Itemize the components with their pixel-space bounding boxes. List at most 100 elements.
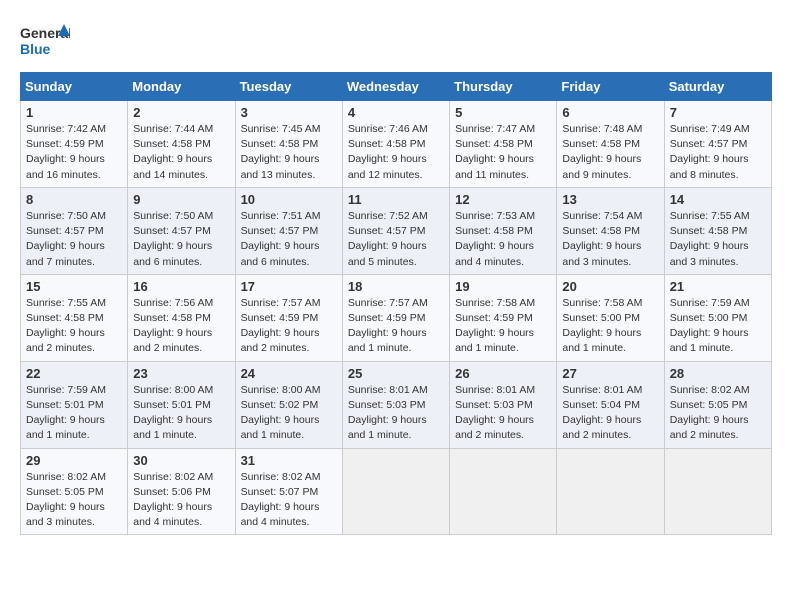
calendar-cell: 4Sunrise: 7:46 AMSunset: 4:58 PMDaylight… (342, 101, 449, 188)
weekday-header-monday: Monday (128, 73, 235, 101)
day-info: Sunrise: 7:52 AMSunset: 4:57 PMDaylight:… (348, 210, 428, 268)
calendar-table: SundayMondayTuesdayWednesdayThursdayFrid… (20, 72, 772, 535)
day-number: 26 (455, 366, 551, 381)
day-number: 6 (562, 105, 658, 120)
calendar-cell: 14 Sunrise: 7:55 AMSunset: 4:58 PMDayligh… (664, 187, 771, 274)
calendar-cell: 19 Sunrise: 7:58 AMSunset: 4:59 PMDayligh… (450, 274, 557, 361)
day-info: Sunrise: 7:47 AMSunset: 4:58 PMDaylight:… (455, 123, 535, 181)
calendar-cell: 30Sunrise: 8:02 AMSunset: 5:06 PMDayligh… (128, 448, 235, 535)
day-info: Sunrise: 7:56 AMSunset: 4:58 PMDaylight:… (133, 297, 213, 355)
day-info: Sunrise: 7:57 AMSunset: 4:59 PMDaylight:… (241, 297, 321, 355)
day-number: 16 (133, 279, 229, 294)
calendar-cell: 18 Sunrise: 7:57 AMSunset: 4:59 PMDayligh… (342, 274, 449, 361)
svg-text:Blue: Blue (20, 41, 51, 57)
day-info: Sunrise: 7:58 AMSunset: 5:00 PMDaylight:… (562, 297, 642, 355)
calendar-cell: 12 Sunrise: 7:53 AMSunset: 4:58 PMDayligh… (450, 187, 557, 274)
day-info: Sunrise: 7:58 AMSunset: 4:59 PMDaylight:… (455, 297, 535, 355)
day-info: Sunrise: 7:55 AMSunset: 4:58 PMDaylight:… (670, 210, 750, 268)
calendar-cell: 22 Sunrise: 7:59 AMSunset: 5:01 PMDayligh… (21, 361, 128, 448)
day-number: 22 (26, 366, 122, 381)
day-number: 4 (348, 105, 444, 120)
day-number: 11 (348, 192, 444, 207)
day-number: 21 (670, 279, 766, 294)
day-info: Sunrise: 7:44 AMSunset: 4:58 PMDaylight:… (133, 123, 213, 181)
day-number: 14 (670, 192, 766, 207)
day-info: Sunrise: 7:45 AMSunset: 4:58 PMDaylight:… (241, 123, 321, 181)
day-number: 7 (670, 105, 766, 120)
day-number: 17 (241, 279, 337, 294)
day-number: 24 (241, 366, 337, 381)
calendar-cell: 23 Sunrise: 8:00 AMSunset: 5:01 PMDayligh… (128, 361, 235, 448)
day-number: 3 (241, 105, 337, 120)
calendar-cell: 8Sunrise: 7:50 AMSunset: 4:57 PMDaylight… (21, 187, 128, 274)
day-number: 30 (133, 453, 229, 468)
day-number: 20 (562, 279, 658, 294)
day-info: Sunrise: 7:54 AMSunset: 4:58 PMDaylight:… (562, 210, 642, 268)
day-number: 1 (26, 105, 122, 120)
calendar-cell: 3 Sunrise: 7:45 AMSunset: 4:58 PMDaylight… (235, 101, 342, 188)
day-info: Sunrise: 8:02 AMSunset: 5:05 PMDaylight:… (26, 471, 106, 529)
day-info: Sunrise: 7:51 AMSunset: 4:57 PMDaylight:… (241, 210, 321, 268)
calendar-cell (450, 448, 557, 535)
calendar-cell: 29 Sunrise: 8:02 AMSunset: 5:05 PMDayligh… (21, 448, 128, 535)
day-number: 5 (455, 105, 551, 120)
day-info: Sunrise: 8:01 AMSunset: 5:03 PMDaylight:… (455, 384, 535, 442)
day-info: Sunrise: 7:59 AMSunset: 5:01 PMDaylight:… (26, 384, 106, 442)
calendar-cell: 5 Sunrise: 7:47 AMSunset: 4:58 PMDaylight… (450, 101, 557, 188)
day-number: 23 (133, 366, 229, 381)
calendar-cell: 11 Sunrise: 7:52 AMSunset: 4:57 PMDayligh… (342, 187, 449, 274)
calendar-cell: 21Sunrise: 7:59 AMSunset: 5:00 PMDayligh… (664, 274, 771, 361)
calendar-cell: 1Sunrise: 7:42 AMSunset: 4:59 PMDaylight… (21, 101, 128, 188)
day-number: 19 (455, 279, 551, 294)
calendar-cell: 7Sunrise: 7:49 AMSunset: 4:57 PMDaylight… (664, 101, 771, 188)
weekday-header-sunday: Sunday (21, 73, 128, 101)
calendar-cell: 24 Sunrise: 8:00 AMSunset: 5:02 PMDayligh… (235, 361, 342, 448)
day-number: 29 (26, 453, 122, 468)
calendar-cell: 6 Sunrise: 7:48 AMSunset: 4:58 PMDaylight… (557, 101, 664, 188)
calendar-cell: 9 Sunrise: 7:50 AMSunset: 4:57 PMDaylight… (128, 187, 235, 274)
weekday-header-wednesday: Wednesday (342, 73, 449, 101)
day-info: Sunrise: 8:02 AMSunset: 5:05 PMDaylight:… (670, 384, 750, 442)
day-info: Sunrise: 7:50 AMSunset: 4:57 PMDaylight:… (26, 210, 106, 268)
calendar-cell: 2 Sunrise: 7:44 AMSunset: 4:58 PMDaylight… (128, 101, 235, 188)
day-info: Sunrise: 7:53 AMSunset: 4:58 PMDaylight:… (455, 210, 535, 268)
calendar-cell (557, 448, 664, 535)
day-info: Sunrise: 7:55 AMSunset: 4:58 PMDaylight:… (26, 297, 106, 355)
day-info: Sunrise: 7:50 AMSunset: 4:57 PMDaylight:… (133, 210, 213, 268)
day-number: 25 (348, 366, 444, 381)
day-number: 18 (348, 279, 444, 294)
calendar-cell: 10Sunrise: 7:51 AMSunset: 4:57 PMDayligh… (235, 187, 342, 274)
day-number: 28 (670, 366, 766, 381)
day-info: Sunrise: 7:57 AMSunset: 4:59 PMDaylight:… (348, 297, 428, 355)
calendar-cell: 15 Sunrise: 7:55 AMSunset: 4:58 PMDayligh… (21, 274, 128, 361)
calendar-cell (342, 448, 449, 535)
day-info: Sunrise: 7:48 AMSunset: 4:58 PMDaylight:… (562, 123, 642, 181)
day-info: Sunrise: 8:02 AMSunset: 5:07 PMDaylight:… (241, 471, 321, 529)
calendar-cell: 20 Sunrise: 7:58 AMSunset: 5:00 PMDayligh… (557, 274, 664, 361)
day-number: 15 (26, 279, 122, 294)
weekday-header-tuesday: Tuesday (235, 73, 342, 101)
weekday-header-friday: Friday (557, 73, 664, 101)
calendar-cell: 25 Sunrise: 8:01 AMSunset: 5:03 PMDayligh… (342, 361, 449, 448)
calendar-cell: 13 Sunrise: 7:54 AMSunset: 4:58 PMDayligh… (557, 187, 664, 274)
day-number: 13 (562, 192, 658, 207)
calendar-cell: 26 Sunrise: 8:01 AMSunset: 5:03 PMDayligh… (450, 361, 557, 448)
day-number: 27 (562, 366, 658, 381)
day-info: Sunrise: 8:00 AMSunset: 5:02 PMDaylight:… (241, 384, 321, 442)
weekday-header-saturday: Saturday (664, 73, 771, 101)
calendar-cell: 31 Sunrise: 8:02 AMSunset: 5:07 PMDayligh… (235, 448, 342, 535)
day-number: 31 (241, 453, 337, 468)
day-info: Sunrise: 8:00 AMSunset: 5:01 PMDaylight:… (133, 384, 213, 442)
calendar-cell: 28 Sunrise: 8:02 AMSunset: 5:05 PMDayligh… (664, 361, 771, 448)
day-number: 2 (133, 105, 229, 120)
logo: General Blue (20, 20, 70, 62)
day-number: 12 (455, 192, 551, 207)
day-info: Sunrise: 8:01 AMSunset: 5:03 PMDaylight:… (348, 384, 428, 442)
calendar-cell: 27Sunrise: 8:01 AMSunset: 5:04 PMDayligh… (557, 361, 664, 448)
calendar-cell: 17 Sunrise: 7:57 AMSunset: 4:59 PMDayligh… (235, 274, 342, 361)
weekday-header-thursday: Thursday (450, 73, 557, 101)
calendar-cell: 16 Sunrise: 7:56 AMSunset: 4:58 PMDayligh… (128, 274, 235, 361)
header: General Blue (20, 20, 772, 62)
calendar-cell (664, 448, 771, 535)
day-number: 9 (133, 192, 229, 207)
